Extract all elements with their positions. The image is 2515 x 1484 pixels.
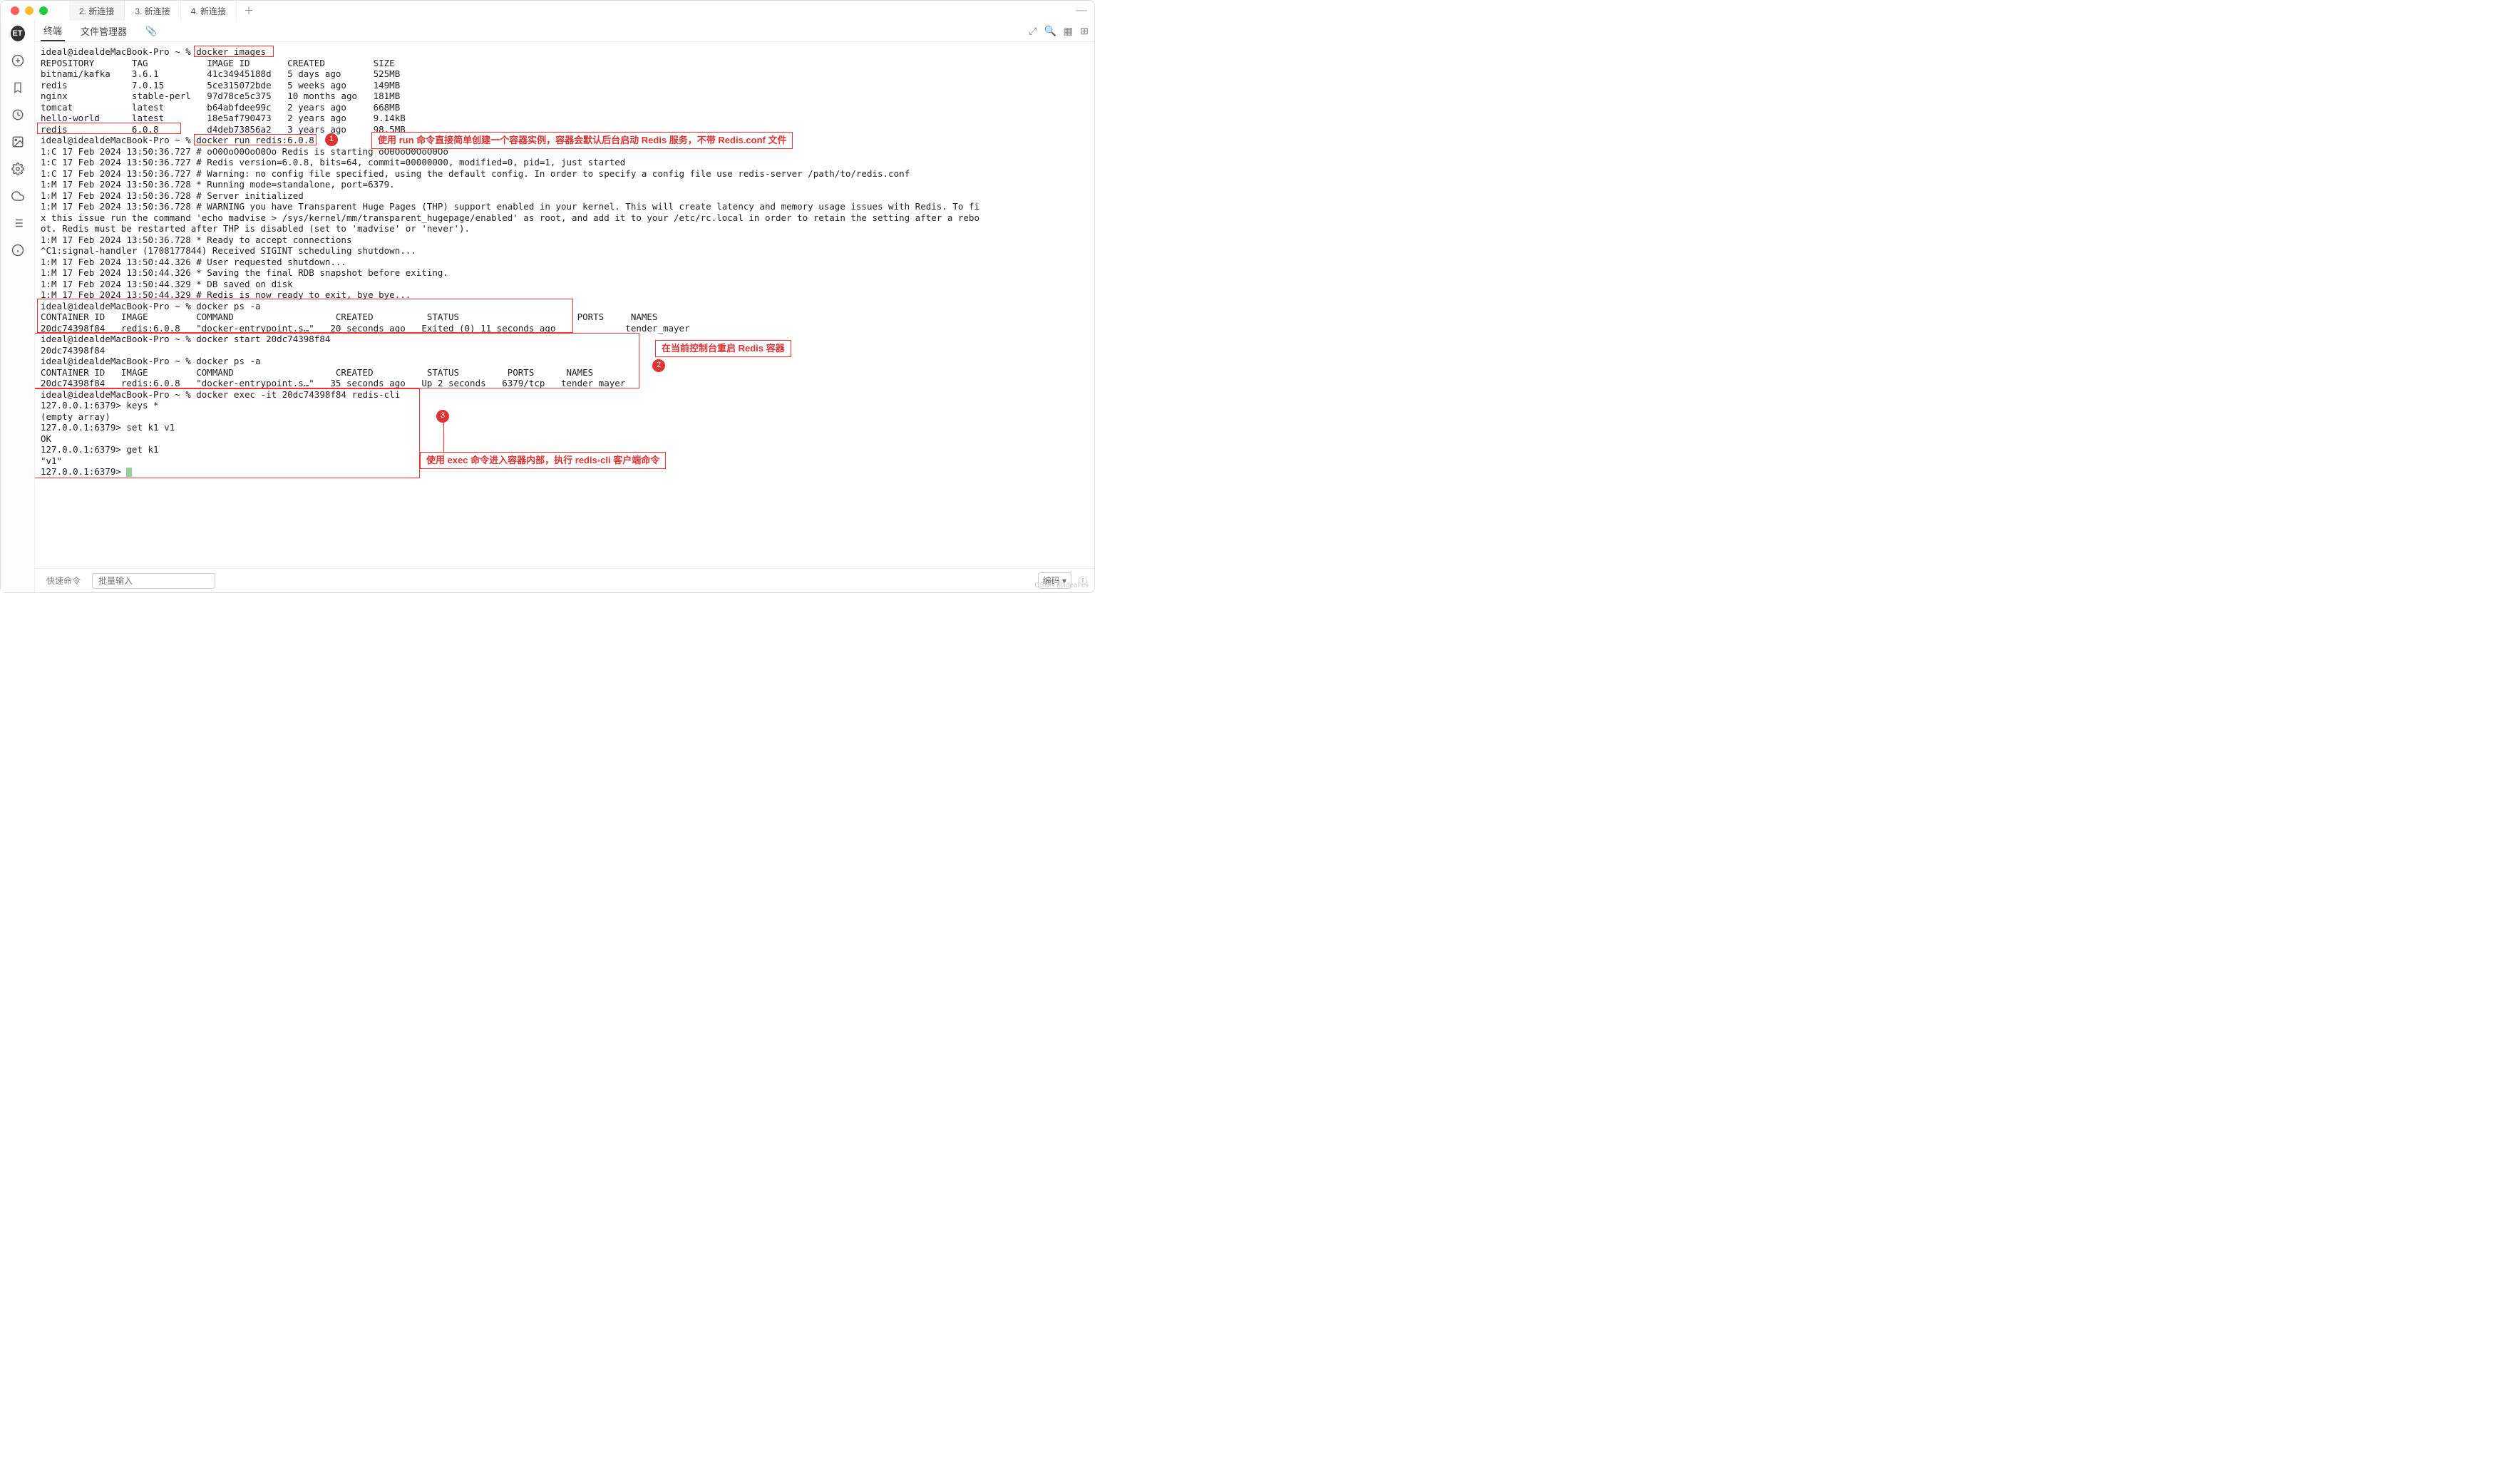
toolbar: 终端 文件管理器 📎 ⤢ 🔍 ▦ ⊞	[35, 21, 1094, 42]
terminal-line: ot. Redis must be restarted after THP is…	[41, 223, 1089, 235]
image-icon[interactable]	[11, 135, 25, 149]
app-window: 2. 新连接 3. 新连接 4. 新连接 ＋ — ET 终端 文件管理器 📎	[0, 0, 1095, 593]
terminal-line: 127.0.0.1:6379> set k1 v1	[41, 422, 1089, 433]
terminal-line: bitnami/kafka 3.6.1 41c34945188d 5 days …	[41, 68, 1089, 80]
terminal-line: 1:M 17 Feb 2024 13:50:44.326 * Saving th…	[41, 267, 1089, 279]
terminal-line: 20dc74398f84 redis:6.0.8 "docker-entrypo…	[41, 378, 1089, 389]
terminal-line: ideal@idealdeMacBook-Pro ~ % docker star…	[41, 334, 1089, 345]
annotation-2: 在当前控制台重启 Redis 容器	[655, 340, 791, 357]
terminal-line: 1:M 17 Feb 2024 13:50:44.326 # User requ…	[41, 257, 1089, 268]
traffic-lights	[8, 6, 48, 15]
tab-2[interactable]: 2. 新连接	[69, 1, 125, 21]
body: ET 终端 文件管理器 📎 ⤢ 🔍 ▦ ⊞ ideal@	[1, 21, 1094, 592]
quick-command[interactable]: 快速命令	[42, 573, 85, 588]
attachment-icon[interactable]: 📎	[143, 23, 160, 40]
statusbar: 快速命令 编码 ▾ ⓘ	[35, 568, 1094, 592]
terminal-line: nginx stable-perl 97d78ce5c375 10 months…	[41, 91, 1089, 102]
terminal-line: CONTAINER ID IMAGE COMMAND CREATED STATU…	[41, 311, 1089, 323]
dash-icon[interactable]: —	[1076, 4, 1087, 17]
batch-input[interactable]	[92, 573, 215, 589]
watermark: CSDN @ideal-cs	[1034, 582, 1089, 589]
toolbar-right: ⤢ 🔍 ▦ ⊞	[1029, 25, 1089, 37]
terminal-line: 1:C 17 Feb 2024 13:50:36.727 # Redis ver…	[41, 157, 1089, 168]
list-icon[interactable]	[11, 216, 25, 230]
annotation-1: 使用 run 命令直接简单创建一个容器实例，容器会默认后台启动 Redis 服务…	[371, 132, 793, 149]
titlebar: 2. 新连接 3. 新连接 4. 新连接 ＋ —	[1, 1, 1094, 21]
terminal-line: CONTAINER ID IMAGE COMMAND CREATED STATU…	[41, 367, 1089, 378]
terminal-line: x this issue run the command 'echo madvi…	[41, 212, 1089, 224]
terminal-line: 1:M 17 Feb 2024 13:50:36.728 # WARNING y…	[41, 201, 1089, 212]
maximize-icon[interactable]	[39, 6, 48, 15]
close-icon[interactable]	[11, 6, 19, 15]
badge-2: 2	[652, 359, 665, 372]
tab-3[interactable]: 3. 新连接	[125, 1, 180, 21]
search-icon[interactable]: 🔍	[1044, 25, 1056, 37]
info-icon[interactable]	[11, 243, 25, 257]
tab-bar: 2. 新连接 3. 新连接 4. 新连接 ＋	[69, 1, 261, 21]
terminal-line: hello-world latest 18e5af790473 2 years …	[41, 113, 1089, 124]
badge-3: 3	[436, 410, 449, 423]
bookmark-icon[interactable]	[11, 81, 25, 95]
grid-icon[interactable]: ▦	[1064, 25, 1073, 37]
terminal-line: 1:M 17 Feb 2024 13:50:36.728 # Server in…	[41, 190, 1089, 202]
terminal-line: redis 7.0.15 5ce315072bde 5 weeks ago 14…	[41, 80, 1089, 91]
main: 终端 文件管理器 📎 ⤢ 🔍 ▦ ⊞ ideal@idealdeMacBook-…	[35, 21, 1094, 592]
terminal-line: ^C1:signal-handler (1708177844) Received…	[41, 245, 1089, 257]
tab-add-button[interactable]: ＋	[237, 4, 261, 18]
logo-icon[interactable]: ET	[11, 26, 25, 41]
layout-icon[interactable]: ⊞	[1080, 25, 1089, 37]
terminal-line: 1:M 17 Feb 2024 13:50:36.728 * Ready to …	[41, 235, 1089, 246]
terminal-line: 1:M 17 Feb 2024 13:50:36.728 * Running m…	[41, 179, 1089, 190]
terminal-line: 127.0.0.1:6379> keys *	[41, 400, 1089, 411]
terminal-line: ideal@idealdeMacBook-Pro ~ % docker imag…	[41, 46, 1089, 58]
tab-terminal[interactable]: 终端	[41, 21, 65, 41]
terminal[interactable]: ideal@idealdeMacBook-Pro ~ % docker imag…	[35, 42, 1094, 568]
cloud-icon[interactable]	[11, 189, 25, 203]
terminal-line: (empty array)	[41, 411, 1089, 423]
terminal-line: ideal@idealdeMacBook-Pro ~ % docker ps -…	[41, 301, 1089, 312]
terminal-line: 20dc74398f84	[41, 345, 1089, 356]
annotation-3-line	[443, 416, 444, 455]
terminal-line: ideal@idealdeMacBook-Pro ~ % docker ps -…	[41, 356, 1089, 367]
add-circle-icon[interactable]	[11, 53, 25, 68]
terminal-line: tomcat latest b64abfdee99c 2 years ago 6…	[41, 102, 1089, 113]
terminal-line: 20dc74398f84 redis:6.0.8 "docker-entrypo…	[41, 323, 1089, 334]
titlebar-right: —	[1076, 4, 1087, 17]
fullscreen-icon[interactable]: ⤢	[1029, 25, 1037, 37]
terminal-line: 1:C 17 Feb 2024 13:50:36.727 # Warning: …	[41, 168, 1089, 180]
terminal-line: 1:M 17 Feb 2024 13:50:44.329 * DB saved …	[41, 279, 1089, 290]
history-icon[interactable]	[11, 108, 25, 122]
tab-4[interactable]: 4. 新连接	[181, 1, 237, 21]
terminal-line: OK	[41, 433, 1089, 445]
badge-1: 1	[325, 133, 338, 146]
settings-icon[interactable]	[11, 162, 25, 176]
tab-file-manager[interactable]: 文件管理器	[78, 21, 130, 41]
terminal-line: REPOSITORY TAG IMAGE ID CREATED SIZE	[41, 58, 1089, 69]
annotation-3: 使用 exec 命令进入容器内部，执行 redis-cli 客户端命令	[420, 452, 666, 469]
cursor-icon	[126, 468, 132, 477]
minimize-icon[interactable]	[25, 6, 34, 15]
terminal-line: 1:M 17 Feb 2024 13:50:44.329 # Redis is …	[41, 289, 1089, 301]
sidebar: ET	[1, 21, 35, 592]
terminal-line: ideal@idealdeMacBook-Pro ~ % docker exec…	[41, 389, 1089, 401]
